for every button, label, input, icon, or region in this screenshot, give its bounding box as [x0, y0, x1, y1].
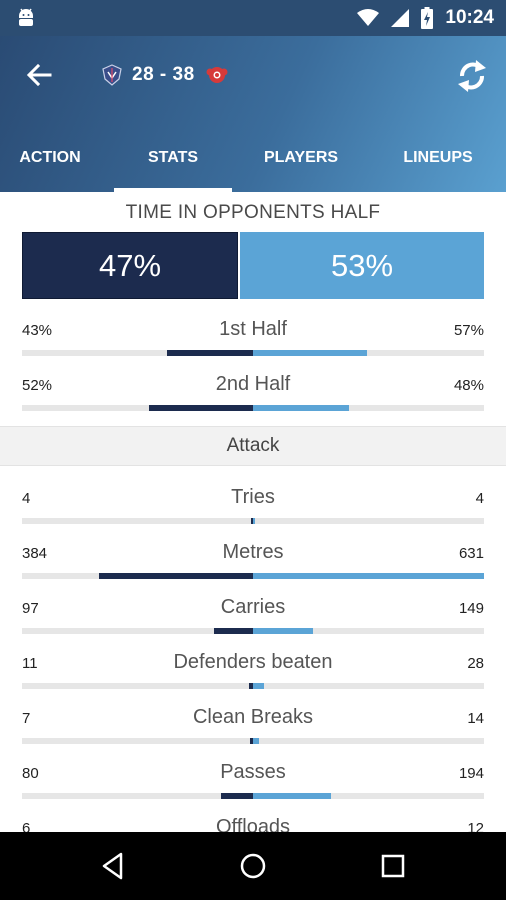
away-stat-bar — [253, 793, 331, 799]
home-stat-bar — [221, 793, 253, 799]
away-stat-bar — [253, 628, 313, 634]
match-header: 28 - 38 ACTION STATS PLAYERS LINEUPS — [0, 36, 506, 192]
cellular-signal-icon — [391, 9, 410, 27]
stat-row: 80 Passes 194 — [22, 761, 484, 805]
tab-bar: ACTION STATS PLAYERS LINEUPS — [0, 136, 506, 192]
score-summary: 28 - 38 — [102, 60, 229, 90]
battery-charging-icon — [421, 7, 434, 29]
home-time-percent: 47% — [22, 232, 238, 299]
stat-label: Offloads — [215, 816, 291, 832]
half-stat-row: 43% 1st Half 57% — [22, 318, 484, 362]
away-team-crest-icon — [206, 67, 228, 83]
away-time-percent: 53% — [240, 232, 484, 299]
wifi-icon — [357, 9, 380, 26]
away-half-value: 57% — [453, 322, 484, 339]
away-stat-value: 631 — [458, 545, 484, 562]
system-nav-bar — [0, 832, 506, 900]
nav-recents-icon[interactable] — [376, 849, 410, 883]
time-in-opponents-half-bar: 47% 53% — [22, 232, 484, 299]
away-stat-value: 12 — [467, 820, 484, 832]
time-in-opponents-half-title: TIME IN OPPONENTS HALF — [125, 202, 381, 223]
tab-action[interactable]: ACTION — [0, 136, 100, 192]
away-stat-value: 4 — [475, 490, 484, 507]
stat-label: Carries — [220, 596, 286, 618]
half-stat-row: 52% 2nd Half 48% — [22, 373, 484, 417]
stat-label: Clean Breaks — [192, 706, 314, 728]
home-team-crest-icon — [102, 64, 122, 86]
half-label: 1st Half — [219, 318, 287, 340]
away-stat-bar — [253, 518, 255, 524]
home-half-bar — [149, 405, 253, 411]
home-stat-bar — [99, 573, 253, 579]
half-label: 2nd Half — [215, 373, 291, 395]
nav-back-icon[interactable] — [96, 849, 130, 883]
nav-home-icon[interactable] — [236, 849, 270, 883]
away-stat-value: 194 — [458, 765, 484, 782]
stat-row: 384 Metres 631 — [22, 541, 484, 585]
stat-row: 97 Carries 149 — [22, 596, 484, 640]
status-time: 10:24 — [445, 7, 494, 28]
tab-players[interactable]: PLAYERS — [232, 136, 370, 192]
away-half-bar — [253, 405, 349, 411]
stat-label: Metres — [222, 541, 284, 563]
stats-content[interactable]: TIME IN OPPONENTS HALF 47% 53% 43% 1st Ha… — [0, 192, 506, 832]
away-stat-value: 14 — [467, 710, 484, 727]
stat-row: 6 Offloads 12 — [22, 816, 484, 832]
stat-row: 7 Clean Breaks 14 — [22, 706, 484, 750]
home-stat-bar — [214, 628, 253, 634]
away-stat-bar — [253, 738, 259, 744]
stat-label: Tries — [231, 486, 275, 508]
tab-lineups[interactable]: LINEUPS — [370, 136, 506, 192]
away-stat-bar — [253, 683, 264, 689]
away-half-value: 48% — [453, 377, 484, 394]
away-half-bar — [253, 350, 367, 356]
back-arrow-icon[interactable] — [22, 58, 56, 92]
away-stat-bar — [253, 573, 484, 579]
away-stat-value: 149 — [458, 600, 484, 617]
match-score: 28 - 38 — [132, 64, 195, 85]
stat-row: 11 Defenders beaten 28 — [22, 651, 484, 695]
android-icon — [19, 8, 33, 26]
attack-section-header: Attack — [0, 426, 506, 466]
stat-label: Defenders beaten — [173, 651, 333, 673]
home-half-bar — [167, 350, 253, 356]
refresh-icon[interactable] — [454, 56, 490, 96]
stat-label: Passes — [220, 761, 286, 783]
status-bar: 10:24 — [0, 0, 506, 36]
tab-stats[interactable]: STATS — [114, 136, 232, 192]
away-stat-value: 28 — [467, 655, 484, 672]
stat-row: 4 Tries 4 — [22, 486, 484, 530]
